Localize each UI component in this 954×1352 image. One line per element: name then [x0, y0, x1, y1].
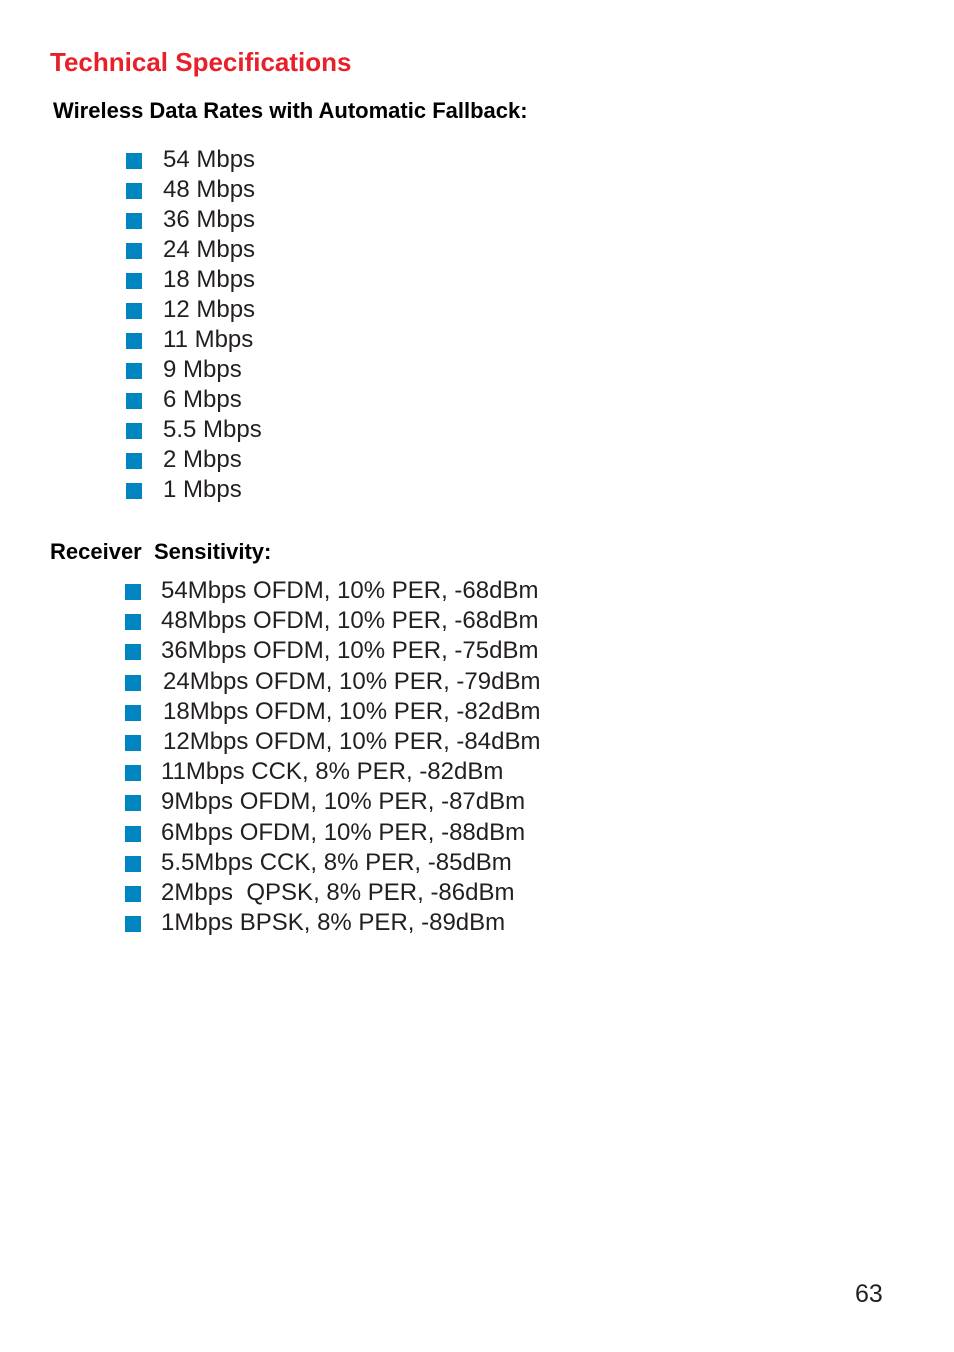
square-bullet-icon [125, 735, 141, 752]
list-item: 24 Mbps [126, 235, 262, 265]
sensitivity-text: 24Mbps OFDM, 10% PER, -79dBm [163, 667, 541, 695]
square-bullet-icon [125, 674, 141, 691]
data-rates-heading: Wireless Data Rates with Automatic Fallb… [53, 98, 528, 123]
sensitivity-text: 48Mbps OFDM, 10% PER, -68dBm [161, 607, 539, 635]
square-bullet-icon [126, 423, 142, 439]
square-bullet-icon [126, 213, 142, 229]
square-bullet-icon [126, 273, 142, 289]
data-rate-text: 2 Mbps [163, 446, 242, 473]
data-rate-text: 12 Mbps [163, 296, 256, 323]
list-item: 5.5Mbps CCK, 8% PER, -85dBm [125, 848, 540, 878]
square-bullet-icon [126, 363, 142, 379]
square-bullet-icon [125, 614, 141, 631]
square-bullet-icon [126, 393, 142, 409]
list-item: 11 Mbps [126, 325, 262, 355]
list-item: 6 Mbps [126, 385, 262, 415]
list-item: 48 Mbps [126, 175, 262, 205]
sensitivity-text: 1Mbps BPSK, 8% PER, -89dBm [161, 909, 506, 937]
square-bullet-icon [125, 855, 141, 872]
sensitivity-text: 9Mbps OFDM, 10% PER, -87dBm [161, 788, 526, 816]
list-item: 24Mbps OFDM, 10% PER, -79dBm [125, 667, 540, 697]
list-item: 36Mbps OFDM, 10% PER, -75dBm [125, 636, 540, 666]
receiver-sensitivity-heading: Receiver Sensitivity: [50, 539, 272, 564]
list-item: 12Mbps OFDM, 10% PER, -84dBm [125, 727, 540, 757]
list-item: 5.5 Mbps [126, 415, 262, 445]
list-item: 12 Mbps [126, 295, 262, 325]
list-item: 1Mbps BPSK, 8% PER, -89dBm [125, 908, 540, 938]
list-item: 54 Mbps [126, 145, 262, 175]
data-rate-text: 6 Mbps [163, 386, 242, 413]
page-title: Technical Specifications [50, 47, 352, 77]
square-bullet-icon [125, 795, 141, 812]
square-bullet-icon [125, 825, 141, 842]
list-item: 2Mbps QPSK, 8% PER, -86dBm [125, 878, 540, 908]
square-bullet-icon [126, 483, 142, 499]
data-rate-text: 18 Mbps [163, 266, 256, 293]
square-bullet-icon [125, 704, 141, 721]
square-bullet-icon [125, 644, 141, 661]
square-bullet-icon [125, 885, 141, 902]
square-bullet-icon [125, 765, 141, 782]
sensitivity-text: 36Mbps OFDM, 10% PER, -75dBm [161, 637, 539, 665]
data-rate-text: 48 Mbps [163, 176, 256, 203]
data-rate-text: 5.5 Mbps [163, 416, 262, 443]
list-item: 9Mbps OFDM, 10% PER, -87dBm [125, 787, 540, 817]
sensitivity-text: 12Mbps OFDM, 10% PER, -84dBm [163, 728, 541, 756]
list-item: 36 Mbps [126, 205, 262, 235]
square-bullet-icon [125, 916, 141, 933]
list-item: 9 Mbps [126, 355, 262, 385]
square-bullet-icon [126, 453, 142, 469]
data-rate-text: 1 Mbps [163, 476, 242, 503]
list-item: 11Mbps CCK, 8% PER, -82dBm [125, 757, 540, 787]
list-item: 48Mbps OFDM, 10% PER, -68dBm [125, 606, 540, 636]
square-bullet-icon [126, 303, 142, 319]
sensitivity-text: 5.5Mbps CCK, 8% PER, -85dBm [161, 848, 512, 876]
data-rate-text: 11 Mbps [163, 326, 254, 353]
receiver-sensitivity-list: 54Mbps OFDM, 10% PER, -68dBm 48Mbps OFDM… [125, 576, 540, 938]
data-rate-text: 9 Mbps [163, 356, 242, 383]
list-item: 1 Mbps [126, 475, 262, 505]
data-rate-text: 24 Mbps [163, 236, 256, 263]
sensitivity-text: 54Mbps OFDM, 10% PER, -68dBm [161, 577, 539, 605]
list-item: 18 Mbps [126, 265, 262, 295]
square-bullet-icon [126, 243, 142, 259]
square-bullet-icon [126, 183, 142, 199]
data-rate-text: 54 Mbps [163, 146, 256, 173]
data-rates-list: 54 Mbps 48 Mbps 36 Mbps 24 Mbps 18 Mbps … [126, 145, 262, 505]
page-number: 63 [855, 1280, 883, 1308]
list-item: 6Mbps OFDM, 10% PER, -88dBm [125, 818, 540, 848]
data-rate-text: 36 Mbps [163, 206, 256, 233]
sensitivity-text: 2Mbps QPSK, 8% PER, -86dBm [161, 878, 515, 906]
list-item: 18Mbps OFDM, 10% PER, -82dBm [125, 697, 540, 727]
square-bullet-icon [125, 584, 141, 601]
list-item: 54Mbps OFDM, 10% PER, -68dBm [125, 576, 540, 606]
list-item: 2 Mbps [126, 445, 262, 475]
sensitivity-text: 6Mbps OFDM, 10% PER, -88dBm [161, 818, 526, 846]
sensitivity-text: 11Mbps CCK, 8% PER, -82dBm [161, 758, 504, 786]
square-bullet-icon [126, 333, 142, 349]
sensitivity-text: 18Mbps OFDM, 10% PER, -82dBm [163, 697, 541, 725]
square-bullet-icon [126, 153, 142, 169]
